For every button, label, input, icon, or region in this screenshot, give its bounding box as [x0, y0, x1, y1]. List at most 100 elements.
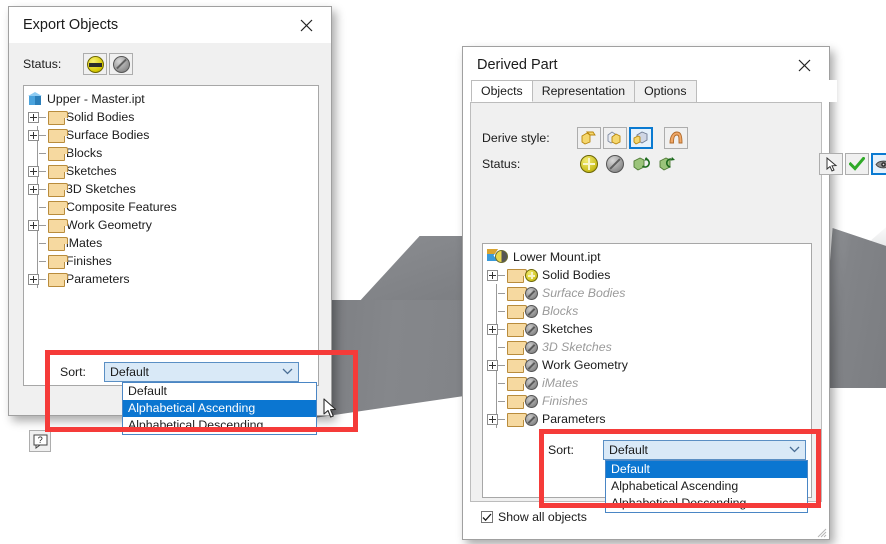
derive-style-row: Derive style:	[482, 127, 690, 149]
screen: Export Objects Status: Upper - Master.ip…	[0, 0, 886, 544]
tree-connector	[498, 328, 505, 330]
expand-plus-icon[interactable]	[28, 129, 39, 141]
tab-options[interactable]: Options	[634, 80, 697, 102]
check-icon[interactable]	[845, 153, 869, 175]
tree-item-label: Work Geometry	[66, 218, 152, 232]
tree-item[interactable]: Surface Bodies	[487, 284, 811, 302]
tree-root-item[interactable]: Lower Mount.ipt	[487, 248, 811, 266]
derive-style-label: Derive style:	[482, 131, 550, 145]
tree-connector	[496, 392, 497, 410]
tree-item[interactable]: Parameters	[28, 270, 318, 288]
visibility-eye-icon[interactable]	[871, 153, 886, 175]
tree-item-label: Lower Mount.ipt	[513, 250, 601, 264]
tree-item-label: Sketches	[542, 322, 593, 336]
tree-item[interactable]: iMates	[487, 374, 811, 392]
folder-icon	[48, 237, 68, 251]
show-all-objects-checkbox[interactable]	[481, 511, 493, 523]
close-icon[interactable]	[287, 10, 325, 40]
tree-item[interactable]: Blocks	[487, 302, 811, 320]
tree-item-label: Parameters	[66, 272, 130, 286]
folder-icon	[507, 323, 527, 337]
tree-item-label: Upper - Master.ipt	[47, 92, 145, 106]
tree-connector	[496, 284, 497, 302]
derive-multi-body-icon[interactable]	[603, 127, 627, 149]
show-all-objects-row[interactable]: Show all objects	[481, 510, 587, 524]
tree-connector	[498, 364, 505, 366]
derived-status-label: Status:	[482, 157, 521, 171]
tree-item[interactable]: Work Geometry	[487, 356, 811, 374]
export-objects-tree[interactable]: Upper - Master.ipt Solid Bodies Surface Bo…	[23, 85, 319, 386]
folder-icon	[48, 183, 68, 197]
tree-connector	[39, 170, 46, 172]
expand-plus-icon[interactable]	[487, 359, 498, 371]
tree-connector	[39, 278, 46, 280]
status-exclude-icon[interactable]	[603, 153, 627, 175]
derived-status-row: Status:	[482, 153, 886, 175]
tab-representation[interactable]: Representation	[531, 80, 636, 102]
status-include-icon[interactable]	[577, 153, 601, 175]
close-icon[interactable]	[785, 50, 823, 80]
expand-plus-icon[interactable]	[28, 165, 39, 177]
tree-item[interactable]: 3D Sketches	[487, 338, 811, 356]
tree-item[interactable]: Finishes	[28, 252, 318, 270]
tree-item[interactable]: iMates	[28, 234, 318, 252]
tree-item-label: Solid Bodies	[542, 268, 611, 282]
expand-plus-icon[interactable]	[28, 183, 39, 195]
select-cursor-icon[interactable]	[819, 153, 843, 175]
tree-item[interactable]: Finishes	[487, 392, 811, 410]
tree-item-label: 3D Sketches	[66, 182, 136, 196]
folder-icon	[48, 147, 68, 161]
tree-item-label: Blocks	[542, 304, 579, 318]
tree-connector	[498, 274, 505, 276]
tree-root-item[interactable]: Upper - Master.ipt	[28, 90, 318, 108]
tree-item[interactable]: Surface Bodies	[28, 126, 318, 144]
folder-icon	[507, 341, 527, 355]
show-all-objects-label: Show all objects	[498, 510, 587, 524]
tree-item[interactable]: Solid Bodies	[28, 108, 318, 126]
tree-item[interactable]: Parameters	[487, 410, 811, 428]
status-body-as-work-surface-icon[interactable]	[629, 153, 653, 175]
tree-connector	[498, 292, 505, 294]
status-body-as-work-surface-alt-icon[interactable]	[655, 153, 679, 175]
derive-single-solid-icon[interactable]	[629, 127, 653, 149]
derived-part-icon	[487, 249, 509, 265]
tree-connector	[498, 382, 505, 384]
resize-grip[interactable]	[815, 525, 827, 538]
tree-connector	[39, 152, 46, 154]
tree-connector	[496, 338, 497, 356]
tree-item-label: iMates	[542, 376, 579, 390]
tree-item[interactable]: Composite Features	[28, 198, 318, 216]
tree-item[interactable]: Blocks	[28, 144, 318, 162]
expand-plus-icon[interactable]	[487, 323, 498, 335]
tree-item[interactable]: Sketches	[487, 320, 811, 338]
tree-item-label: Work Geometry	[542, 358, 628, 372]
expand-plus-icon[interactable]	[28, 219, 39, 231]
expand-plus-icon[interactable]	[487, 269, 498, 281]
derive-surface-icon[interactable]	[664, 127, 688, 149]
tree-item[interactable]: Work Geometry	[28, 216, 318, 234]
export-dialog-title: Export Objects	[23, 17, 119, 33]
tree-item[interactable]: 3D Sketches	[28, 180, 318, 198]
folder-icon	[507, 395, 527, 409]
tree-item[interactable]: Sketches	[28, 162, 318, 180]
svg-text:?: ?	[37, 435, 42, 445]
export-disabled-icon[interactable]	[109, 53, 134, 75]
status-exclude-icon	[525, 286, 538, 300]
expand-plus-icon[interactable]	[28, 273, 39, 285]
tree-connector	[39, 224, 46, 226]
tree-connector	[39, 188, 46, 190]
export-enabled-icon[interactable]	[83, 53, 108, 75]
tree-item-label: Parameters	[542, 412, 606, 426]
tree-item[interactable]: Solid Bodies	[487, 266, 811, 284]
derive-single-body-icon[interactable]	[577, 127, 601, 149]
export-tree-rows: Upper - Master.ipt Solid Bodies Surface Bo…	[24, 86, 318, 288]
tree-connector	[37, 144, 38, 162]
folder-icon	[48, 201, 68, 215]
tree-item-label: Sketches	[66, 164, 117, 178]
expand-plus-icon[interactable]	[28, 111, 39, 123]
status-exclude-icon	[525, 322, 538, 336]
export-dialog-titlebar: Export Objects	[9, 7, 331, 44]
help-button[interactable]: ?	[29, 430, 51, 452]
expand-plus-icon[interactable]	[487, 413, 498, 425]
tab-objects[interactable]: Objects	[471, 80, 533, 102]
